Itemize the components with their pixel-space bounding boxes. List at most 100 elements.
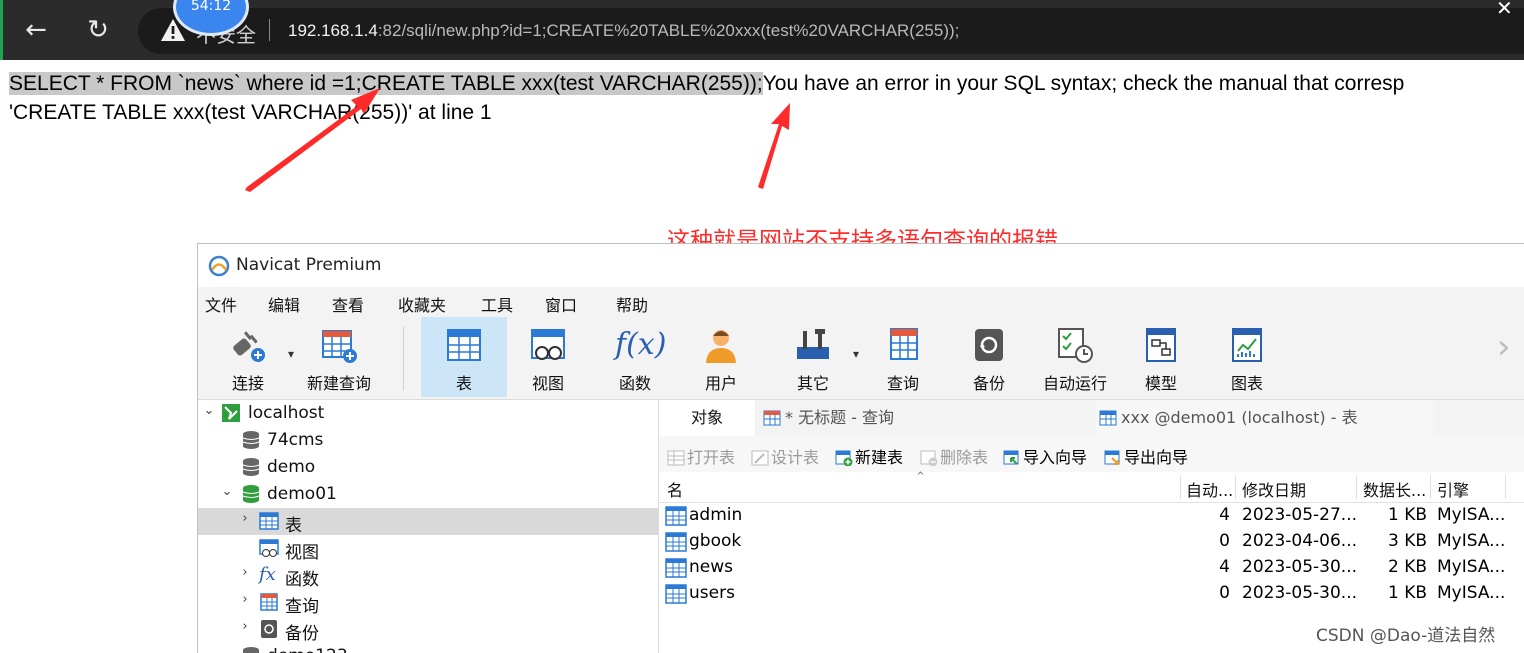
backup-button[interactable]: 备份 (949, 317, 1029, 397)
table-row[interactable]: admin 4 2023-05-27... 1 KB MyISA... (659, 503, 1524, 529)
open-table-icon (667, 450, 685, 466)
query-icon (763, 410, 781, 426)
tree-label: 查询 (285, 597, 319, 617)
watermark: CSDN @Dao-道法自然 (1316, 626, 1496, 646)
tab-table-xxx[interactable]: xxx @demo01 (localhost) - 表 (1096, 400, 1433, 436)
new-query-label: 新建查询 (306, 374, 371, 393)
column-header-data-length[interactable]: 数据长... (1363, 477, 1426, 501)
reload-icon[interactable]: ↻ (84, 16, 112, 44)
design-table-label: 设计表 (771, 448, 820, 467)
tree-item-database[interactable]: 74cms (198, 427, 658, 454)
tree-label: 74cms (267, 430, 324, 450)
model-button[interactable]: 模型 (1121, 317, 1201, 397)
menu-file[interactable]: 文件 (205, 292, 237, 316)
menu-tools[interactable]: 工具 (481, 292, 513, 316)
new-table-icon (835, 450, 853, 466)
tab-objects[interactable]: 对象 (659, 400, 755, 436)
table-row[interactable]: users 0 2023-05-30... 1 KB MyISA... (659, 581, 1524, 607)
menu-window[interactable]: 窗口 (545, 292, 577, 316)
menu-edit[interactable]: 编辑 (268, 292, 300, 316)
cell-date: 2023-04-06... (1242, 531, 1358, 551)
user-label: 用户 (704, 374, 737, 393)
tree-item-queries[interactable]: › 查询 (198, 589, 658, 617)
column-header-name[interactable]: 名 (667, 477, 683, 501)
dropdown-dot[interactable]: ▾ (288, 347, 294, 361)
tab-untitled-query[interactable]: * 无标题 - 查询 (760, 400, 1093, 436)
table-row[interactable]: gbook 0 2023-04-06... 3 KB MyISA... (659, 529, 1524, 555)
menu-help[interactable]: 帮助 (616, 292, 648, 316)
automation-button[interactable]: 自动运行 (1035, 317, 1115, 397)
tree-item-localhost[interactable]: ⌄ localhost (198, 400, 658, 427)
tree-item-database[interactable]: demo (198, 454, 658, 481)
table-label: 表 (455, 374, 472, 393)
design-table-icon (751, 450, 769, 466)
import-wizard-button[interactable]: 导入向导 (1003, 444, 1087, 468)
new-table-button[interactable]: 新建表 (835, 444, 903, 468)
sql-error-line-2: 'CREATE TABLE xxx(test VARCHAR(255))' at… (9, 101, 492, 124)
new-query-button[interactable]: 新建查询 (299, 317, 379, 397)
chevron-right-icon[interactable]: › (238, 592, 252, 607)
chevron-right-icon[interactable]: › (238, 619, 252, 634)
chevron-down-icon[interactable]: ⌄ (202, 403, 216, 418)
query-label: 查询 (886, 374, 919, 393)
menu-view[interactable]: 查看 (332, 292, 364, 316)
chevron-right-icon[interactable]: › (1497, 327, 1511, 367)
tree-item-views[interactable]: 视图 (198, 535, 658, 563)
view-icon (259, 539, 279, 557)
chart-button[interactable]: 图表 (1207, 317, 1287, 397)
query-button[interactable]: 查询 (863, 317, 943, 397)
menu-favorites[interactable]: 收藏夹 (398, 292, 446, 316)
table-row[interactable]: news 4 2023-05-30... 2 KB MyISA... (659, 555, 1524, 581)
table-icon (1099, 410, 1117, 426)
function-label: 函数 (618, 374, 651, 393)
column-header-engine[interactable]: 引擎 (1437, 477, 1469, 501)
toolbar-divider (403, 327, 404, 391)
dropdown-dot[interactable]: ▾ (853, 347, 859, 361)
connect-button[interactable]: 连接 (208, 317, 288, 397)
tree-item-backups[interactable]: › 备份 (198, 616, 658, 644)
function-icon: f(x) (615, 327, 667, 362)
back-arrow-icon[interactable]: ← (22, 16, 50, 44)
function-button[interactable]: f(x) 函数 (595, 317, 675, 397)
tree-label: 视图 (285, 543, 319, 563)
cell-auto: 4 (1219, 557, 1230, 577)
chevron-right-icon[interactable]: › (238, 565, 252, 580)
other-button[interactable]: 其它 (773, 317, 853, 397)
design-table-button[interactable]: 设计表 (751, 444, 819, 468)
database-icon (242, 485, 260, 503)
url-text[interactable]: 192.168.1.4:82/sqli/new.php?id=1;CREATE%… (288, 21, 959, 41)
tree-item-functions[interactable]: › fx 函数 (198, 562, 658, 591)
table-button[interactable]: 表 (421, 317, 507, 397)
export-wizard-button[interactable]: 导出向导 (1104, 444, 1188, 468)
error-message: You have an error in your SQL syntax; ch… (762, 72, 1405, 95)
chevron-right-icon[interactable]: › (238, 511, 252, 526)
view-button[interactable]: 视图 (508, 317, 588, 397)
column-header-modified[interactable]: 修改日期 (1242, 477, 1306, 501)
backup-icon (261, 620, 277, 638)
connect-label: 连接 (231, 374, 264, 393)
red-arrow-right (758, 103, 790, 189)
user-button[interactable]: 用户 (681, 317, 761, 397)
column-header-auto-increment[interactable]: 自动... (1186, 477, 1233, 501)
open-table-button[interactable]: 打开表 (667, 444, 735, 468)
import-icon (1003, 450, 1019, 465)
sort-chevron-up-icon[interactable]: ⌃ (915, 470, 926, 485)
tab-label: * 无标题 - 查询 (785, 408, 895, 427)
close-icon[interactable]: ✕ (1496, 0, 1513, 20)
delete-table-button[interactable]: 删除表 (920, 444, 988, 468)
delete-table-icon (920, 450, 938, 466)
export-icon (1104, 450, 1120, 465)
user-icon (706, 330, 736, 363)
sql-error-line-1: SELECT * FROM `news` where id =1;CREATE … (9, 72, 1404, 96)
tree-item-database-open[interactable]: ⌄ demo01 (198, 481, 658, 508)
query-icon (890, 328, 918, 360)
cell-size: 3 KB (1387, 531, 1427, 551)
chart-label: 图表 (1230, 374, 1263, 393)
tree-label: localhost (248, 403, 325, 423)
tree-item-tables[interactable]: › 表 (198, 508, 658, 536)
column-divider (1505, 475, 1506, 499)
table-icon (665, 558, 687, 578)
table-icon (665, 506, 687, 526)
automation-icon (1058, 328, 1093, 363)
chevron-down-icon[interactable]: ⌄ (220, 484, 234, 499)
